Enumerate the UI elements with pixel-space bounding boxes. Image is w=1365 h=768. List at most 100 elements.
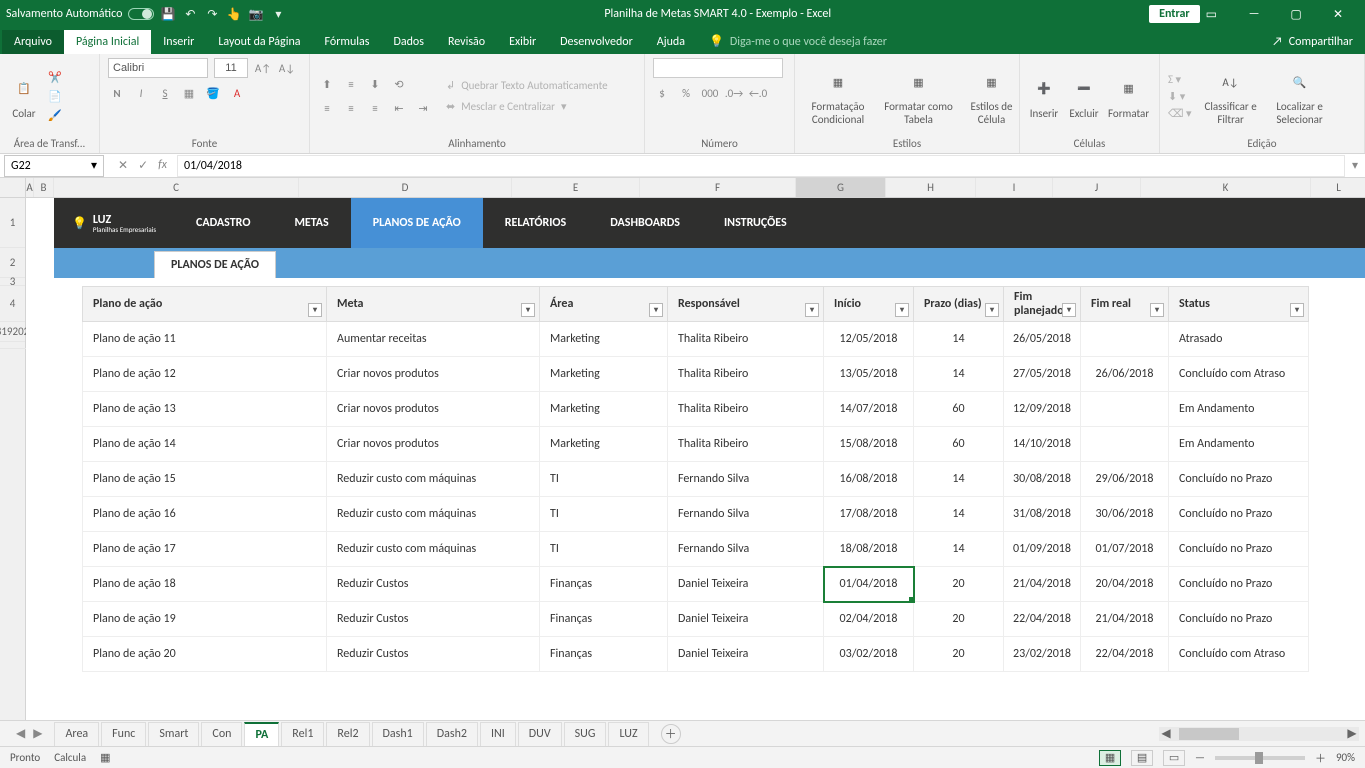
table-cell[interactable]: Reduzir Custos — [327, 602, 540, 637]
app-nav-item[interactable]: DASHBOARDS — [588, 198, 702, 248]
table-column-header[interactable]: Início▾ — [824, 286, 914, 322]
table-cell[interactable]: 16/08/2018 — [824, 462, 914, 497]
table-cell[interactable]: Thalita Ribeiro — [668, 392, 824, 427]
sheet-tab[interactable]: Dash2 — [426, 722, 478, 746]
accept-formula-icon[interactable]: ✓ — [138, 158, 148, 173]
minimize-button[interactable]: — — [1233, 0, 1275, 28]
menu-tab[interactable]: Fórmulas — [313, 30, 382, 54]
column-header[interactable]: L — [1311, 178, 1365, 197]
table-cell[interactable]: 20 — [914, 637, 1004, 672]
table-cell[interactable]: 21/04/2018 — [1081, 602, 1169, 637]
table-cell[interactable]: Fernando Silva — [668, 497, 824, 532]
table-cell[interactable]: 26/05/2018 — [1004, 322, 1081, 357]
table-column-header[interactable]: Responsável▾ — [668, 286, 824, 322]
menu-tab[interactable]: Revisão — [436, 30, 497, 54]
wrap-text-button[interactable]: ↲ Quebrar Texto Automaticamente — [446, 79, 608, 92]
table-cell[interactable]: Thalita Ribeiro — [668, 427, 824, 462]
column-header[interactable]: D — [299, 178, 512, 197]
cell-styles-button[interactable]: ▦Estilos de Célula — [964, 66, 1019, 126]
qat-more-icon[interactable]: ▾ — [270, 6, 286, 22]
find-select-button[interactable]: 🔍Localizar e Selecionar — [1270, 66, 1330, 126]
filter-dropdown-icon[interactable]: ▾ — [308, 303, 322, 317]
table-cell[interactable]: 02/04/2018 — [824, 602, 914, 637]
menu-tab[interactable]: Exibir — [497, 30, 548, 54]
table-cell[interactable]: 12/09/2018 — [1004, 392, 1081, 427]
table-cell[interactable]: 14/07/2018 — [824, 392, 914, 427]
status-badge[interactable]: Concluído com Atraso — [1169, 357, 1309, 392]
table-cell[interactable]: 01/04/2018 — [824, 567, 914, 602]
bold-button[interactable]: N — [108, 84, 126, 102]
column-header[interactable]: K — [1141, 178, 1311, 197]
table-column-header[interactable]: Meta▾ — [327, 286, 540, 322]
underline-button[interactable]: S — [156, 84, 174, 102]
share-button[interactable]: ↗ Compartilhar — [1260, 30, 1365, 54]
table-cell[interactable] — [1081, 322, 1169, 357]
cut-icon[interactable]: ✂️ — [48, 71, 62, 84]
status-badge[interactable]: Em Andamento — [1169, 392, 1309, 427]
sheet-tab[interactable]: DUV — [518, 722, 562, 746]
sheet-tab[interactable]: Func — [101, 722, 146, 746]
table-cell[interactable]: 01/07/2018 — [1081, 532, 1169, 567]
filter-dropdown-icon[interactable]: ▾ — [521, 303, 535, 317]
table-cell[interactable]: Plano de ação 11 — [82, 322, 327, 357]
table-cell[interactable]: 18/08/2018 — [824, 532, 914, 567]
table-cell[interactable]: 20/04/2018 — [1081, 567, 1169, 602]
sheet-tab[interactable]: Smart — [148, 722, 199, 746]
font-name-input[interactable] — [108, 58, 208, 78]
macro-icon[interactable]: ▦ — [100, 751, 110, 764]
fill-icon[interactable]: ⬇ ▾ — [1168, 90, 1192, 103]
align-center-icon[interactable]: ≡ — [342, 99, 360, 117]
table-column-header[interactable]: Área▾ — [540, 286, 668, 322]
table-cell[interactable]: TI — [540, 532, 668, 567]
table-cell[interactable]: 14 — [914, 532, 1004, 567]
table-cell[interactable]: 30/06/2018 — [1081, 497, 1169, 532]
table-cell[interactable]: Reduzir Custos — [327, 637, 540, 672]
table-cell[interactable] — [1081, 392, 1169, 427]
table-cell[interactable]: Reduzir custo com máquinas — [327, 532, 540, 567]
select-all-corner[interactable] — [0, 178, 25, 198]
conditional-formatting-button[interactable]: ▦Formatação Condicional — [803, 66, 873, 126]
horizontal-scrollbar[interactable]: ◀▶ — [1159, 727, 1359, 741]
table-cell[interactable]: 14 — [914, 462, 1004, 497]
filter-dropdown-icon[interactable]: ▾ — [1062, 303, 1076, 317]
table-cell[interactable]: Thalita Ribeiro — [668, 322, 824, 357]
format-as-table-button[interactable]: ▦Formatar como Tabela — [881, 66, 956, 126]
undo-icon[interactable]: ↶ — [182, 6, 198, 22]
row-header[interactable]: 19 — [1, 314, 12, 349]
decrease-font-icon[interactable]: A↓ — [278, 59, 296, 77]
table-cell[interactable]: 15/08/2018 — [824, 427, 914, 462]
table-cell[interactable]: Marketing — [540, 392, 668, 427]
table-cell[interactable]: Marketing — [540, 322, 668, 357]
redo-icon[interactable]: ↷ — [204, 6, 220, 22]
table-cell[interactable]: Finanças — [540, 567, 668, 602]
table-cell[interactable]: TI — [540, 462, 668, 497]
status-badge[interactable]: Concluído no Prazo — [1169, 462, 1309, 497]
table-cell[interactable]: Criar novos produtos — [327, 427, 540, 462]
tellme-search[interactable]: 💡 Diga-me o que você deseja fazer — [697, 29, 1260, 54]
status-badge[interactable]: Concluído no Prazo — [1169, 567, 1309, 602]
sheet-tab[interactable]: Rel1 — [281, 722, 324, 746]
font-size-input[interactable] — [214, 58, 248, 78]
orientation-icon[interactable]: ⟲ — [390, 75, 408, 93]
table-cell[interactable]: 17/08/2018 — [824, 497, 914, 532]
table-cell[interactable]: Plano de ação 13 — [82, 392, 327, 427]
formula-input[interactable]: 01/04/2018 — [177, 155, 1345, 177]
table-cell[interactable]: Plano de ação 15 — [82, 462, 327, 497]
table-cell[interactable]: 22/04/2018 — [1081, 637, 1169, 672]
maximize-button[interactable]: ▢ — [1275, 0, 1317, 28]
percent-icon[interactable]: % — [677, 84, 695, 102]
autosum-icon[interactable]: Σ ▾ — [1168, 73, 1192, 86]
indent-decrease-icon[interactable]: ⇤ — [390, 99, 408, 117]
accounting-icon[interactable]: $ — [653, 84, 671, 102]
table-cell[interactable]: Finanças — [540, 637, 668, 672]
table-cell[interactable]: Reduzir custo com máquinas — [327, 462, 540, 497]
table-column-header[interactable]: Prazo (dias)▾ — [914, 286, 1004, 322]
format-painter-icon[interactable]: 🖌️ — [48, 109, 62, 122]
filter-dropdown-icon[interactable]: ▾ — [895, 303, 909, 317]
merge-center-button[interactable]: ⬌ Mesclar e Centralizar ▾ — [446, 100, 608, 113]
format-cells-button[interactable]: ▦Formatar — [1108, 73, 1149, 120]
sheet-nav-next-icon[interactable]: ▶ — [33, 726, 42, 741]
view-normal-icon[interactable]: ▦ — [1099, 750, 1121, 766]
italic-button[interactable]: I — [132, 84, 150, 102]
app-nav-item[interactable]: PLANOS DE AÇÃO — [351, 198, 483, 248]
